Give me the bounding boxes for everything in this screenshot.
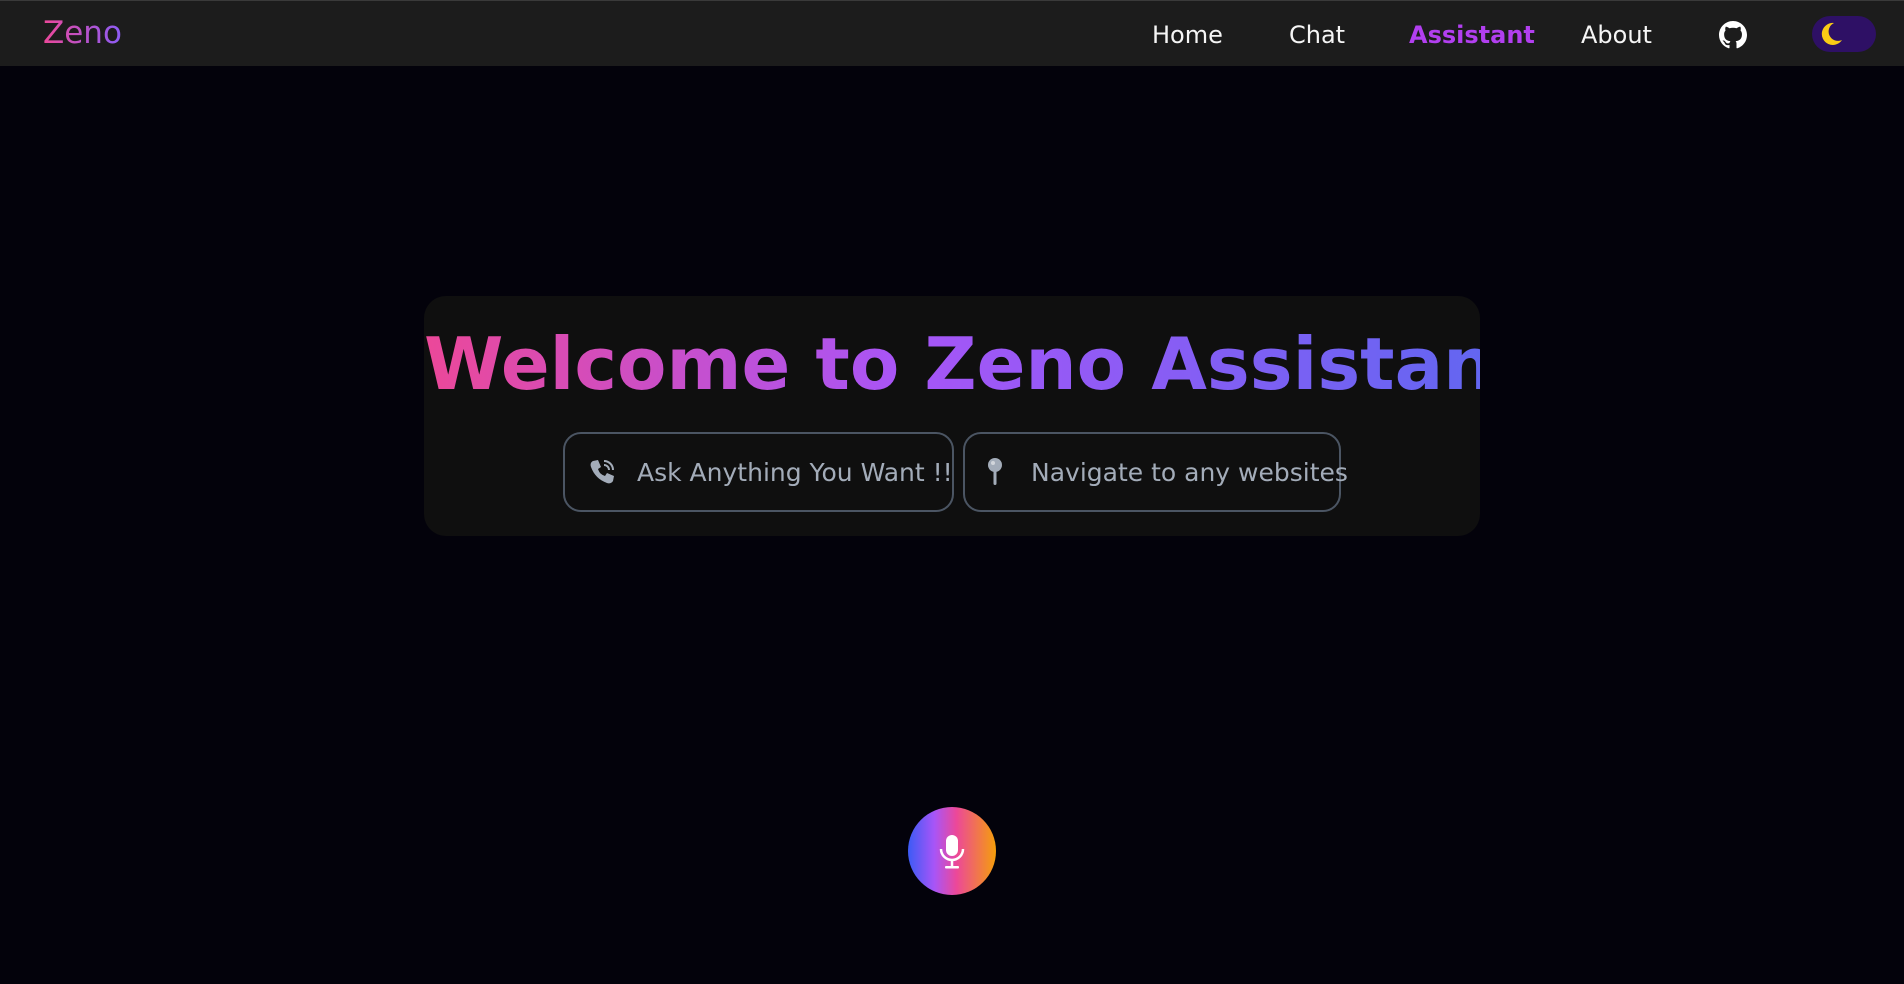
phone-icon [590,460,614,484]
moon-icon [1821,22,1842,45]
feature-navigate-websites-label: Navigate to any websites [1031,457,1348,487]
hero-title: Welcome to Zeno Assistant [424,322,1529,406]
logo[interactable]: Zeno [43,15,122,51]
pin-icon [988,458,1002,485]
microphone-icon [939,835,965,869]
nav-link-about[interactable]: About [1581,20,1652,50]
top-navbar: Zeno Home Chat Assistant About [0,0,1904,66]
feature-ask-anything-label: Ask Anything You Want !! [637,457,953,487]
theme-toggle[interactable] [1812,16,1876,52]
feature-navigate-websites[interactable]: Navigate to any websites [963,432,1348,512]
github-icon[interactable] [1719,21,1747,49]
microphone-button[interactable] [908,807,996,895]
feature-ask-anything[interactable]: Ask Anything You Want !! [563,432,954,512]
nav-link-home[interactable]: Home [1152,20,1223,50]
nav-link-assistant[interactable]: Assistant [1409,20,1535,50]
nav-link-chat[interactable]: Chat [1289,20,1345,50]
hero-card: Welcome to Zeno Assistant Ask Anything Y… [424,296,1529,536]
